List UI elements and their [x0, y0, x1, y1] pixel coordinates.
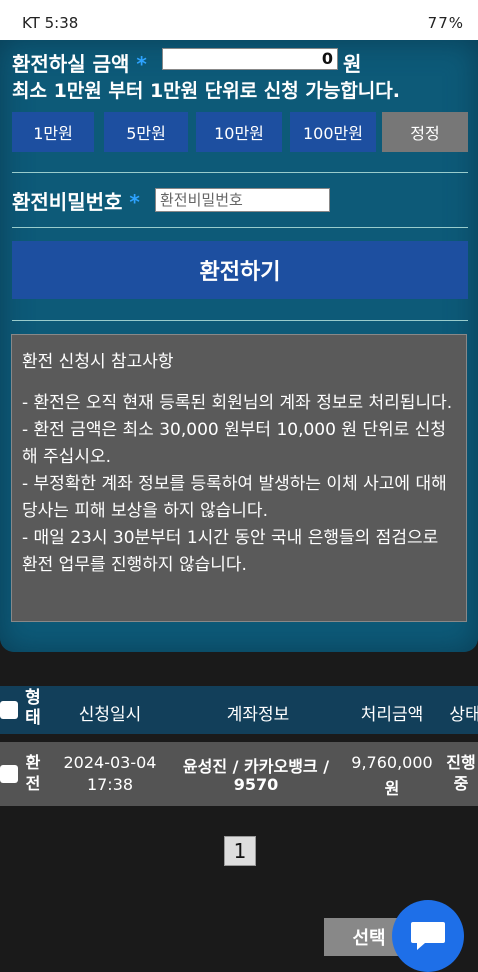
header-amount: 처리금액	[360, 705, 424, 725]
won-unit: 원	[343, 52, 362, 76]
chat-bubble-icon	[411, 922, 445, 950]
row-account-line2: 9570	[233, 775, 279, 794]
quick-10k-button[interactable]: 1만원	[12, 112, 94, 152]
row-checkbox[interactable]	[0, 765, 18, 783]
row-status: 진행중	[446, 753, 476, 793]
battery-level: 77%	[427, 14, 464, 32]
quick-100k-button[interactable]: 10만원	[196, 112, 282, 152]
row-amount-unit: 원	[384, 779, 400, 798]
chat-button[interactable]	[392, 900, 464, 972]
quick-50k-button[interactable]: 5만원	[104, 112, 188, 152]
divider	[12, 320, 468, 321]
status-bar: KT 5:38 77%	[0, 0, 478, 40]
notice-line: - 매일 23시 30분부터 1시간 동안 국내 은행들의 점검으로 환전 업무…	[22, 528, 439, 575]
notice-line: - 부정확한 계좌 정보를 등록하여 발생하는 이체 사고에 대해 당사는 피해…	[22, 474, 447, 521]
row-date: 2024-03-04	[63, 753, 157, 772]
quick-1m-button[interactable]: 100만원	[290, 112, 376, 152]
row-account-line1: 윤성진 / 카카오뱅크 /	[182, 757, 330, 776]
header-date: 신청일시	[78, 705, 142, 725]
amount-input[interactable]: 0	[162, 48, 338, 70]
required-mark: *	[136, 52, 147, 76]
divider	[12, 227, 468, 228]
notice-box: 환전 신청시 참고사항 - 환전은 오직 현재 등록된 회원님의 계좌 정보로 …	[11, 334, 467, 622]
carrier-time: KT 5:38	[22, 14, 79, 32]
select-all-checkbox[interactable]	[0, 701, 18, 719]
header-type: 형태	[25, 688, 41, 728]
table-row: 환전 2024-03-04 17:38 윤성진 / 카카오뱅크 / 9570 9…	[0, 742, 478, 806]
row-time: 17:38	[86, 775, 134, 794]
header-account: 계좌정보	[226, 705, 290, 725]
notice-line: - 환전 금액은 최소 30,000 원부터 10,000 원 단위로 신청해 …	[22, 420, 446, 467]
row-type: 환전	[25, 753, 41, 793]
password-label: 환전비밀번호	[12, 190, 123, 214]
header-status: 상태	[449, 705, 478, 725]
history-table-header: 형태 신청일시 계좌정보 처리금액 상태	[0, 686, 478, 734]
amount-label: 환전하실 금액	[12, 52, 130, 76]
notice-line: - 환전은 오직 현재 등록된 회원님의 계좌 정보로 처리됩니다.	[22, 393, 453, 413]
password-label-row: 환전비밀번호 *	[12, 186, 140, 215]
amount-note: 최소 1만원 부터 1만원 단위로 신청 가능합니다.	[12, 80, 400, 102]
amount-label-row: 환전하실 금액 *	[12, 48, 147, 77]
password-input[interactable]: 환전비밀번호	[155, 188, 330, 212]
submit-exchange-button[interactable]: 환전하기	[12, 241, 468, 299]
row-amount: 9,760,000	[351, 753, 433, 772]
required-mark: *	[129, 190, 140, 214]
divider	[12, 172, 468, 173]
reset-button[interactable]: 정정	[382, 112, 468, 152]
notice-title: 환전 신청시 참고사항	[22, 352, 174, 372]
page-1-button[interactable]: 1	[224, 836, 256, 866]
